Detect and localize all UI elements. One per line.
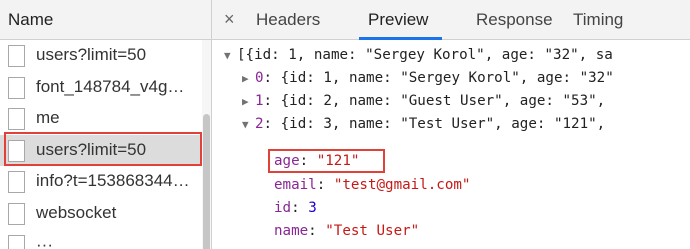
expanded-triangle-icon[interactable]: ▼	[242, 114, 255, 136]
scrollbar-thumb[interactable]	[203, 114, 210, 249]
request-row[interactable]: me	[0, 103, 211, 135]
file-icon	[8, 234, 25, 249]
property-key: email	[274, 177, 317, 193]
array-index: 2	[255, 116, 264, 132]
json-summary: : {id: 3, name: "Test User", age: "121",	[263, 116, 606, 132]
property-key: id	[274, 200, 292, 216]
age-highlight	[268, 149, 385, 173]
json-array-item[interactable]: ▶ 1: {id: 2, name: "Guest User", age: "53…	[242, 90, 605, 112]
name-column-header[interactable]: Name	[0, 0, 211, 40]
expanded-triangle-icon[interactable]: ▼	[224, 45, 237, 67]
request-row[interactable]: ···	[0, 230, 211, 249]
file-icon	[8, 76, 25, 99]
file-icon	[8, 171, 25, 194]
request-name: users?limit=50	[36, 45, 147, 64]
json-summary: [{id: 1, name: "Sergey Korol", age: "32"…	[237, 47, 613, 63]
tab-preview[interactable]: Preview	[368, 10, 428, 30]
request-list-scrollbar[interactable]	[202, 40, 211, 249]
name-column-label: Name	[8, 10, 54, 29]
details-tabbar: × Headers Preview Response Timing	[212, 0, 690, 40]
collapsed-triangle-icon[interactable]: ▶	[242, 91, 255, 113]
file-icon	[8, 108, 25, 131]
request-row[interactable]: info?t=153868344…	[0, 166, 211, 198]
json-property-id: id: 3	[274, 200, 317, 216]
property-value: 3	[308, 200, 317, 216]
tab-response[interactable]: Response	[476, 10, 553, 30]
property-key: name	[274, 223, 309, 239]
details-pane: × Headers Preview Response Timing ▼ [{id:…	[212, 0, 690, 249]
json-array-item-expanded[interactable]: ▼ 2: {id: 3, name: "Test User", age: "121…	[242, 113, 605, 135]
array-index: 1	[255, 93, 264, 109]
property-value: "test@gmail.com"	[333, 177, 471, 193]
request-name: ···	[36, 234, 53, 249]
close-icon[interactable]: ×	[224, 9, 235, 30]
json-property-name: name: "Test User"	[274, 223, 420, 239]
request-name: font_148784_v4g…	[36, 76, 185, 96]
request-name: info?t=153868344…	[36, 171, 190, 191]
request-list-pane: Name users?limit=50 font_148784_v4g… me …	[0, 0, 212, 249]
request-row[interactable]: websocket	[0, 198, 211, 230]
file-icon	[8, 202, 25, 225]
json-summary: : {id: 2, name: "Guest User", age: "53",	[263, 93, 606, 109]
request-row[interactable]: users?limit=50	[0, 40, 211, 72]
selected-request-highlight	[4, 132, 202, 166]
collapsed-triangle-icon[interactable]: ▶	[242, 68, 255, 90]
json-property-email: email: "test@gmail.com"	[274, 177, 471, 193]
property-value: "Test User"	[325, 223, 420, 239]
array-index: 0	[255, 70, 264, 86]
request-name: websocket	[36, 202, 117, 222]
file-icon	[8, 45, 25, 67]
json-preview: ▼ [{id: 1, name: "Sergey Korol", age: "32…	[212, 40, 690, 249]
json-summary: : {id: 1, name: "Sergey Korol", age: "32…	[263, 70, 614, 86]
tab-timing[interactable]: Timing	[573, 10, 623, 30]
json-root-line[interactable]: ▼ [{id: 1, name: "Sergey Korol", age: "32…	[224, 44, 613, 66]
request-row[interactable]: font_148784_v4g…	[0, 72, 211, 104]
tab-headers[interactable]: Headers	[256, 10, 320, 30]
request-name: me	[36, 108, 60, 128]
json-array-item[interactable]: ▶ 0: {id: 1, name: "Sergey Korol", age: "…	[242, 67, 614, 89]
